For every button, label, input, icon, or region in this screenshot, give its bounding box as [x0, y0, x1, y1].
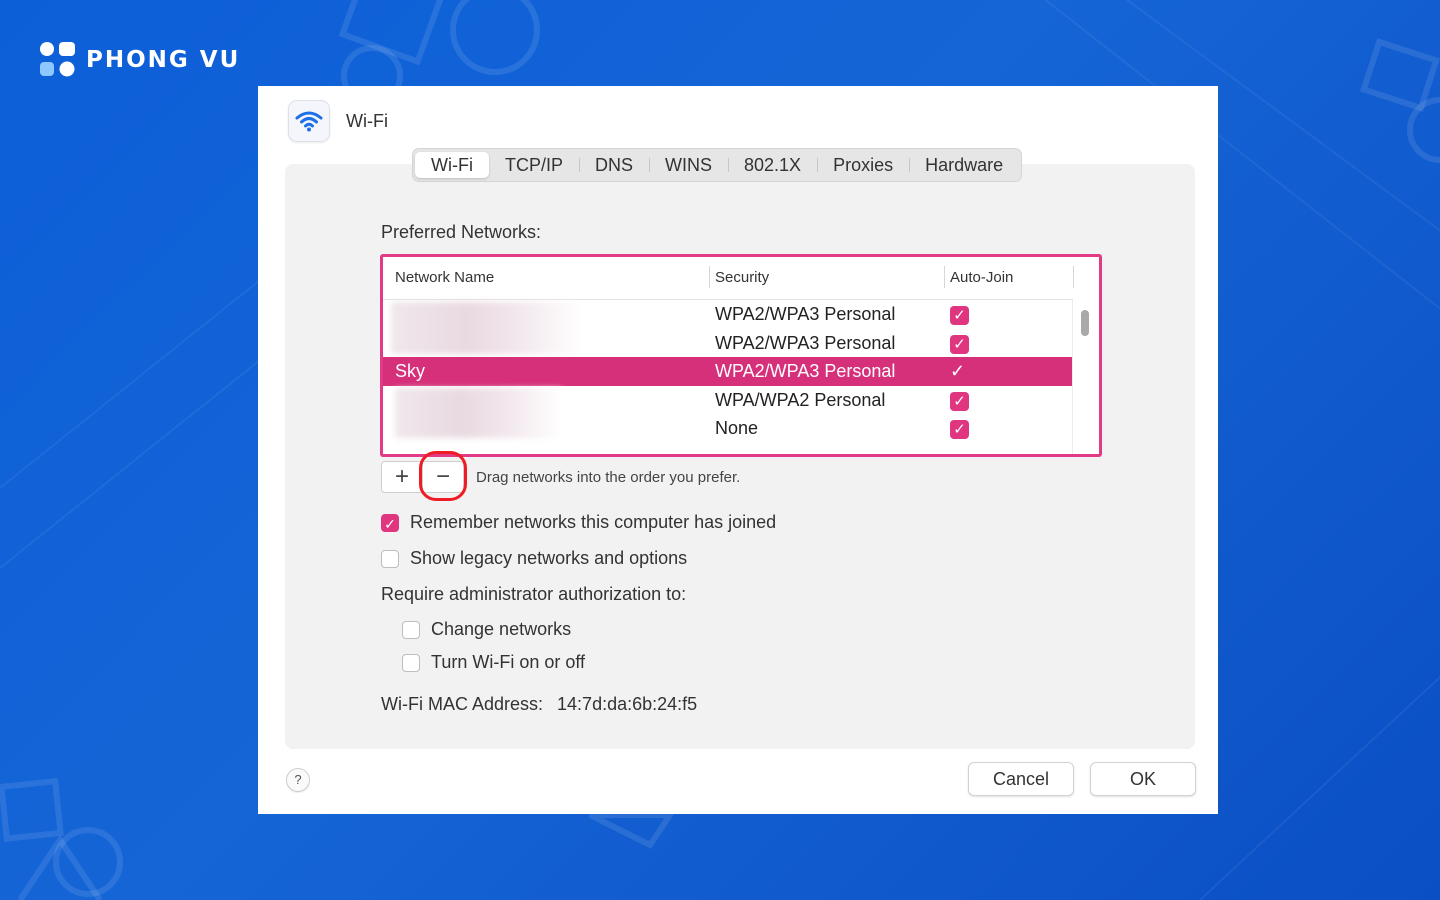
tab-proxies[interactable]: Proxies	[817, 152, 909, 178]
table-row[interactable]: WPA2/WPA3 Personal ✓	[383, 300, 1073, 354]
scrollbar-thumb[interactable]	[1081, 310, 1089, 336]
table-row[interactable]: WPA/WPA2 Personal ✓	[383, 386, 1073, 438]
table-row-selected[interactable]: Sky WPA2/WPA3 Personal ✓	[383, 357, 1073, 386]
table-body: WPA2/WPA3 Personal ✓ WPA2/WPA3 Personal …	[383, 300, 1073, 443]
preferred-networks-label: Preferred Networks:	[381, 222, 542, 242]
tab-tcpip[interactable]: TCP/IP	[489, 152, 579, 178]
column-divider	[709, 266, 710, 288]
network-security: None	[715, 418, 759, 438]
network-security: WPA/WPA2 Personal	[715, 389, 886, 410]
tab-wifi[interactable]: Wi-Fi	[415, 152, 489, 178]
add-network-button[interactable]: +	[382, 462, 422, 492]
ok-button[interactable]: OK	[1090, 762, 1196, 796]
table-scrollbar[interactable]	[1072, 300, 1099, 454]
tab-wins[interactable]: WINS	[649, 152, 728, 178]
tab-dns[interactable]: DNS	[579, 152, 649, 178]
remember-networks-checkbox[interactable]: ✓	[381, 513, 399, 532]
network-security: WPA2/WPA3 Personal	[715, 361, 896, 381]
dialog-title: Wi-Fi	[346, 110, 388, 131]
admin-authorization-label: Require administrator authorization to:	[381, 584, 687, 604]
table-row[interactable]: None ✓	[383, 414, 1073, 443]
column-header-network-name[interactable]: Network Name	[395, 269, 494, 286]
tab-bar: Wi-Fi TCP/IP DNS WINS 802.1X Proxies Har…	[412, 148, 1023, 182]
column-divider	[944, 266, 945, 288]
wifi-icon	[288, 100, 330, 142]
mac-address-value: 14:7d:da:6b:24:f5	[557, 694, 698, 714]
change-networks-checkbox[interactable]	[402, 620, 420, 639]
checkmark-icon: ✓	[950, 361, 966, 381]
turn-wifi-option[interactable]: Turn Wi-Fi on or off	[402, 652, 585, 673]
change-networks-option[interactable]: Change networks	[402, 619, 571, 640]
turn-wifi-checkbox[interactable]	[402, 653, 420, 672]
tab-hardware[interactable]: Hardware	[909, 152, 1019, 178]
help-button[interactable]: ?	[286, 768, 310, 792]
mac-address-label: Wi-Fi MAC Address:	[381, 694, 544, 714]
wifi-settings-dialog: Wi-Fi Wi-Fi TCP/IP DNS WINS 802.1X Proxi…	[258, 86, 1218, 814]
cancel-button[interactable]: Cancel	[968, 762, 1074, 796]
auto-join-checkbox[interactable]: ✓	[950, 390, 969, 411]
brand: PHONG VU	[38, 40, 240, 80]
checkmark-icon: ✓	[950, 306, 969, 325]
dialog-title-bar: Wi-Fi	[288, 100, 388, 142]
mac-address-row: Wi-Fi MAC Address: 14:7d:da:6b:24:f5	[381, 694, 697, 715]
column-header-auto-join[interactable]: Auto-Join	[950, 269, 1013, 286]
brand-name: PHONG VU	[86, 47, 241, 73]
checkmark-icon: ✓	[950, 391, 969, 411]
table-header: Network Name Security Auto-Join	[383, 257, 1074, 300]
show-legacy-label: Show legacy networks and options	[410, 548, 688, 568]
table-row[interactable]: WPA2/WPA3 Personal ✓	[383, 329, 1073, 358]
column-header-security[interactable]: Security	[715, 269, 769, 286]
change-networks-label: Change networks	[431, 619, 572, 639]
drag-hint: Drag networks into the order you prefer.	[476, 469, 741, 486]
auto-join-checkbox[interactable]: ✓	[950, 304, 969, 325]
phong-vu-logo	[40, 42, 75, 77]
auto-join-checkbox[interactable]: ✓	[950, 361, 965, 382]
network-security: WPA2/WPA3 Personal	[715, 304, 896, 324]
show-legacy-checkbox[interactable]	[381, 549, 399, 568]
tab-8021x[interactable]: 802.1X	[728, 152, 817, 178]
preferred-networks-table[interactable]: Network Name Security Auto-Join WPA2/WPA…	[380, 254, 1102, 457]
turn-wifi-label: Turn Wi-Fi on or off	[431, 652, 586, 672]
remember-networks-option[interactable]: ✓ Remember networks this computer has jo…	[381, 512, 776, 533]
annotation-circle	[419, 451, 467, 501]
auto-join-checkbox[interactable]: ✓	[950, 333, 969, 354]
remember-networks-label: Remember networks this computer has join…	[410, 512, 777, 532]
column-divider	[1073, 266, 1074, 288]
checkmark-icon: ✓	[950, 420, 969, 439]
show-legacy-option[interactable]: Show legacy networks and options	[381, 548, 687, 569]
auto-join-checkbox[interactable]: ✓	[950, 418, 969, 439]
network-security: WPA2/WPA3 Personal	[715, 332, 896, 353]
checkmark-icon: ✓	[950, 334, 969, 354]
network-name: Sky	[395, 361, 426, 381]
